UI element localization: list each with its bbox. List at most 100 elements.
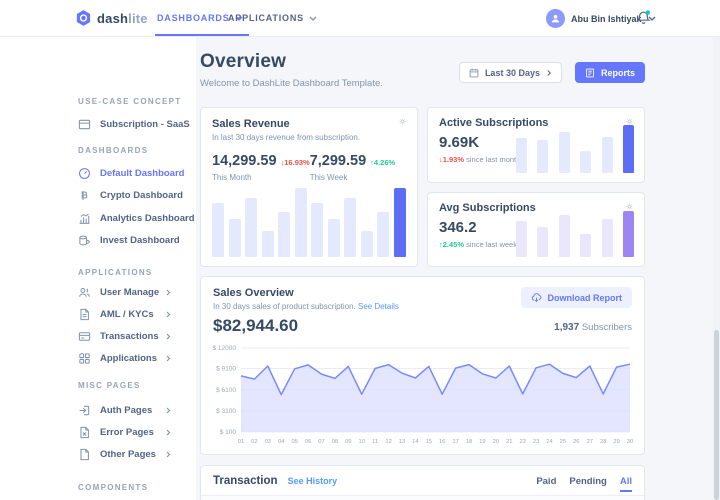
chevron-right-icon — [165, 355, 172, 362]
bar — [262, 231, 274, 257]
chevron-right-icon — [165, 429, 172, 436]
bar — [623, 211, 634, 257]
sidebar-item-error-pages[interactable]: Error Pages — [78, 422, 172, 442]
trend-up-indicator: ↑4.26% — [370, 158, 395, 167]
calendar-icon — [469, 68, 479, 78]
area-chart-svg: $ 12000$ 9100$ 6100$ 3100$ 1000102030405… — [207, 345, 634, 445]
svg-text:15: 15 — [426, 439, 432, 445]
download-report-button[interactable]: Download Report — [521, 287, 633, 308]
svg-text:12: 12 — [385, 439, 391, 445]
scrollbar-thumb[interactable] — [714, 330, 719, 500]
sidebar-heading-misc-pages: MISC PAGES — [78, 381, 141, 390]
bar — [537, 140, 548, 174]
svg-text:08: 08 — [332, 439, 338, 445]
user-name: Abu Bin Ishtiyak — [571, 14, 642, 24]
sidebar-item-analytics-dashboard[interactable]: Analytics Dashboard — [78, 208, 172, 228]
active-subscriptions-card: Active Subscriptions 9.69K ↓1.93% since … — [427, 107, 645, 183]
active-subscriptions-change: ↓1.93% since last month — [439, 155, 520, 164]
bar — [559, 215, 570, 257]
svg-text:02: 02 — [251, 439, 257, 445]
sidebar-item-ui-elements[interactable]: Ui Elements — [78, 496, 172, 500]
sidebar-item-aml-kycs[interactable]: AML / KYCs — [78, 304, 172, 324]
bar — [295, 188, 307, 257]
brand-logo[interactable]: dashlite — [75, 9, 148, 27]
sidebar-item-invest-dashboard[interactable]: Invest Dashboard — [78, 230, 172, 250]
bar — [580, 151, 591, 173]
notifications-bell-icon[interactable] — [636, 10, 651, 26]
svg-text:19: 19 — [479, 439, 485, 445]
reports-button[interactable]: Reports — [575, 62, 645, 83]
dashboard-icon — [78, 167, 91, 180]
sales-revenue-bar-chart — [212, 180, 406, 257]
svg-text:13: 13 — [399, 439, 405, 445]
analytics-icon — [78, 212, 91, 225]
svg-text:$ 12000: $ 12000 — [213, 345, 237, 352]
see-history-link[interactable]: See History — [288, 476, 338, 486]
sales-revenue-card: Sales Revenue In last 30 days revenue fr… — [200, 107, 418, 267]
svg-text:29: 29 — [613, 439, 619, 445]
tab-pending[interactable]: Pending — [569, 476, 606, 492]
svg-text:07: 07 — [318, 439, 324, 445]
transaction-card: Transaction See History Paid Pending All… — [200, 465, 645, 500]
svg-text:10: 10 — [358, 439, 364, 445]
tab-all[interactable]: All — [620, 476, 632, 492]
users-icon — [78, 286, 91, 299]
svg-text:03: 03 — [265, 439, 271, 445]
sales-overview-card: Sales Overview In 30 days sales of produ… — [200, 276, 645, 455]
signin-icon — [78, 404, 91, 417]
bar — [394, 188, 406, 257]
sidebar-heading-components: COMPONENTS — [78, 483, 148, 492]
bar — [516, 138, 527, 173]
see-details-link[interactable]: See Details — [358, 302, 399, 311]
sidebar-heading-use-case: USE-CASE CONCEPT — [78, 97, 181, 106]
bar — [623, 125, 634, 173]
svg-text:21: 21 — [506, 439, 512, 445]
svg-text:24: 24 — [546, 439, 553, 445]
svg-text:$ 6100: $ 6100 — [216, 387, 236, 394]
sidebar-item-subscription-saas[interactable]: Subscription - SaaS — [78, 114, 172, 134]
sidebar-item-user-manage[interactable]: User Manage — [78, 282, 172, 302]
grid-icon — [78, 352, 91, 365]
bar — [516, 221, 527, 257]
main-content: Overview Welcome to DashLite Dashboard T… — [200, 37, 645, 500]
card-icon — [78, 330, 91, 343]
svg-text:$ 100: $ 100 — [220, 429, 237, 436]
sidebar-item-applications[interactable]: Applications — [78, 348, 172, 368]
sidebar-item-transactions[interactable]: Transactions — [78, 326, 172, 346]
bar — [559, 132, 570, 174]
files-icon — [78, 448, 91, 461]
sales-overview-area-chart: $ 12000$ 9100$ 6100$ 3100$ 1000102030405… — [207, 345, 634, 445]
sales-overview-total: $82,944.60 — [213, 316, 298, 336]
bar — [580, 234, 591, 257]
svg-text:06: 06 — [305, 439, 311, 445]
transaction-tabs: Paid Pending All — [536, 476, 632, 492]
card-title: Transaction — [213, 475, 278, 487]
settings-gear-icon[interactable] — [398, 117, 407, 126]
sidebar-item-crypto-dashboard[interactable]: Crypto Dashboard — [78, 185, 172, 205]
sidebar-heading-dashboards: DASHBOARDS — [78, 146, 148, 155]
svg-text:30: 30 — [627, 439, 633, 445]
brand-text: dashlite — [97, 11, 148, 26]
active-subscriptions-bar-chart — [516, 123, 634, 173]
sidebar-item-auth-pages[interactable]: Auth Pages — [78, 400, 172, 420]
svg-text:27: 27 — [587, 439, 593, 445]
sidebar-item-other-pages[interactable]: Other Pages — [78, 444, 172, 464]
bar — [377, 212, 389, 257]
sidebar-item-default-dashboard[interactable]: Default Dashboard — [78, 163, 172, 183]
svg-text:$ 3100: $ 3100 — [216, 408, 236, 415]
period-button[interactable]: Last 30 Days — [459, 62, 562, 83]
file-icon — [78, 308, 91, 321]
nav-applications[interactable]: APPLICATIONS — [228, 0, 317, 36]
avg-subscriptions-change: ↑2.45% since last week — [439, 240, 517, 249]
svg-text:11: 11 — [372, 439, 378, 445]
bar — [602, 137, 613, 174]
svg-text:20: 20 — [493, 439, 499, 445]
reports-icon — [585, 68, 595, 78]
sidebar-heading-applications: APPLICATIONS — [78, 268, 153, 277]
svg-text:14: 14 — [412, 439, 419, 445]
file-x-icon — [78, 426, 91, 439]
chevron-down-icon — [309, 16, 317, 21]
scrollbar-track[interactable] — [713, 37, 720, 500]
tab-paid[interactable]: Paid — [536, 476, 556, 492]
subscribers-count: 1,937 Subscribers — [554, 322, 632, 333]
